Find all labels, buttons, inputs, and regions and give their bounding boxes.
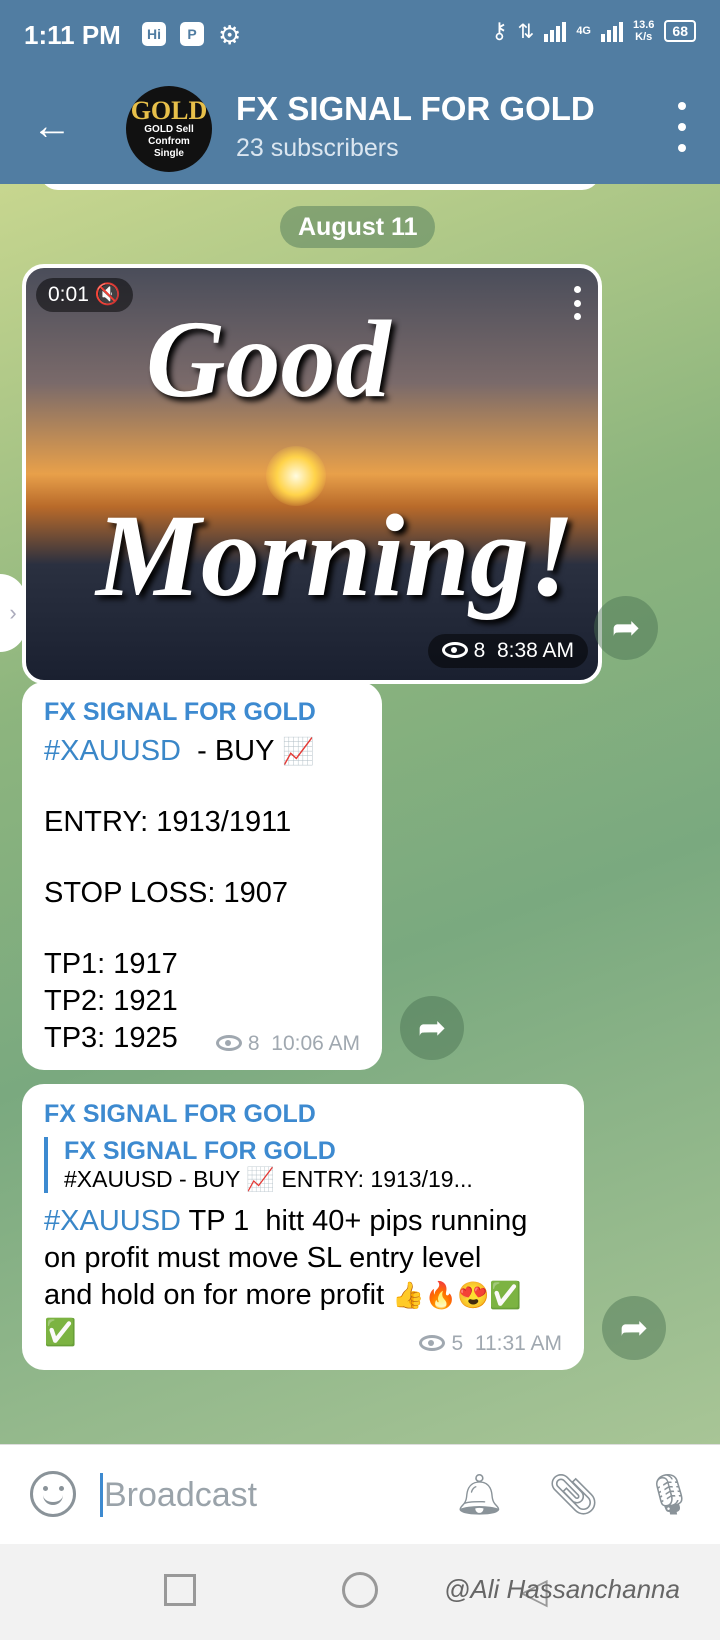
recent-apps-icon[interactable] (164, 1574, 196, 1606)
channel-avatar[interactable]: GOLD GOLD Sell Confrom Single (126, 86, 212, 172)
message-views: 5 (451, 1332, 464, 1355)
network-speed: 13.6 K/s (633, 19, 655, 43)
home-icon[interactable] (342, 1572, 378, 1608)
views-eye-icon (215, 1035, 242, 1051)
avatar-logo-text: GOLD (130, 96, 208, 125)
parking-app-icon: P (180, 22, 204, 46)
message-meta: 5 11:31 AM (419, 1332, 562, 1356)
video-message[interactable]: Good Morning! 0:01 🔇 8 8:38 AM (22, 264, 602, 684)
media-views: 8 (473, 639, 486, 662)
previous-message-edge (40, 184, 600, 190)
broadcast-input-bar: 🔔︎ 📎︎ 🎙︎ (0, 1444, 720, 1544)
microphone-icon[interactable]: 🎙︎ (644, 1471, 695, 1519)
message-line-1: #XAUUSD TP 1 hitt 40+ pips running (44, 1203, 562, 1240)
date-separator: August 11 (280, 206, 436, 248)
message-views: 8 (247, 1032, 260, 1055)
quoted-message[interactable]: FX SIGNAL FOR GOLD #XAUUSD - BUY 📈 ENTRY… (44, 1137, 562, 1193)
message-meta: 8 10:06 AM (215, 1032, 360, 1056)
quoted-sender: FX SIGNAL FOR GOLD (64, 1137, 336, 1165)
hashtag-link[interactable]: #XAUUSD (44, 1205, 181, 1237)
broadcast-input[interactable] (104, 1471, 404, 1519)
share-arrow-icon[interactable]: ➦ (400, 996, 464, 1060)
signal-bars-icon (601, 20, 623, 42)
status-time: 1:11 PM (24, 20, 121, 50)
notification-icons: Hi P ⚙ (142, 22, 244, 48)
text-cursor (100, 1473, 103, 1517)
signal-message[interactable]: FX SIGNAL FOR GOLD #XAUUSD - BUY 📈 ENTRY… (22, 682, 382, 1070)
hi-app-icon: Hi (142, 22, 166, 46)
muted-speaker-icon: 🔇 (94, 283, 121, 306)
avatar-caption-2: Confrom (148, 136, 190, 147)
share-arrow-icon[interactable]: ➦ (602, 1296, 666, 1360)
back-arrow-icon[interactable]: ← (32, 106, 76, 150)
watermark-text: @Ali Hassanchanna (444, 1574, 680, 1604)
tp1-line: TP1: 1917 (44, 948, 178, 980)
subscriber-count: 23 subscribers (236, 134, 399, 162)
views-eye-icon (441, 642, 468, 658)
message-line-1: #XAUUSD - BUY 📈 (44, 733, 360, 770)
status-right-icons: ⚷ ⇅ 4G 13.6 K/s 68 (491, 18, 696, 44)
share-arrow-icon[interactable]: ➦ (594, 596, 658, 660)
media-more-icon[interactable] (574, 286, 584, 320)
tp2-line: TP2: 1921 (44, 985, 178, 1017)
buy-text: - BUY (181, 735, 282, 767)
status-bar: 1:11 PM Hi P ⚙ ⚷ ⇅ 4G 13.6 K/s 68 (0, 0, 720, 72)
entry-line: ENTRY: 1913/1911 (44, 806, 292, 838)
reply-message[interactable]: FX SIGNAL FOR GOLD FX SIGNAL FOR GOLD #X… (22, 1084, 584, 1370)
message-line-2: on profit must move SL entry level (44, 1242, 482, 1274)
quoted-text: #XAUUSD - BUY 📈 ENTRY: 1913/19... (64, 1166, 473, 1192)
video-duration-badge[interactable]: 0:01 🔇 (36, 278, 133, 312)
channel-header: ← GOLD GOLD Sell Confrom Single FX SIGNA… (0, 72, 720, 184)
message-time: 11:31 AM (474, 1332, 562, 1355)
message-line-3: and hold on for more profit 👍🔥😍✅ (44, 1277, 562, 1314)
media-time: 8:38 AM (496, 639, 574, 662)
more-options-icon[interactable] (672, 102, 692, 152)
chat-area[interactable]: August 11 Good Morning! 0:01 🔇 8 8:38 AM… (0, 184, 720, 1444)
system-nav-bar: ◁ @Ali Hassanchanna (0, 1544, 720, 1640)
signal-4g-icon (544, 20, 567, 42)
hold-text: and hold on for more profit (44, 1279, 393, 1311)
message-sender[interactable]: FX SIGNAL FOR GOLD (44, 1100, 562, 1129)
vpn-key-icon: ⚷ (491, 18, 508, 43)
avatar-caption-3: Single (153, 148, 184, 159)
hashtag-link[interactable]: #XAUUSD (44, 735, 181, 767)
attachment-paperclip-icon[interactable]: 📎︎ (548, 1471, 599, 1519)
reaction-emojis: 👍🔥😍✅ (392, 1280, 522, 1310)
network-type: 4G (576, 25, 591, 37)
tp-hit-text: TP 1 hitt 40+ pips running (181, 1205, 528, 1237)
video-text-good: Good (146, 298, 391, 420)
battery-icon: 68 (664, 20, 696, 42)
emoji-smiley-icon[interactable] (30, 1471, 76, 1517)
settings-gear-icon: ⚙ (218, 20, 242, 50)
views-eye-icon (419, 1335, 446, 1351)
avatar-caption-1: GOLD Sell (144, 124, 194, 135)
message-time: 10:06 AM (271, 1032, 360, 1055)
data-arrows-icon: ⇅ (517, 20, 535, 43)
video-text-morning: Morning! (96, 490, 575, 621)
video-duration: 0:01 (48, 283, 89, 306)
message-sender[interactable]: FX SIGNAL FOR GOLD (44, 698, 360, 727)
notification-bell-icon[interactable]: 🔔︎ (454, 1471, 505, 1519)
check-mark-icon: ✅ (44, 1317, 77, 1347)
media-meta: 8 8:38 AM (427, 634, 588, 668)
stop-loss-line: STOP LOSS: 1907 (44, 877, 288, 909)
channel-title[interactable]: FX SIGNAL FOR GOLD (236, 90, 595, 128)
chart-up-icon: 📈 (282, 736, 315, 766)
